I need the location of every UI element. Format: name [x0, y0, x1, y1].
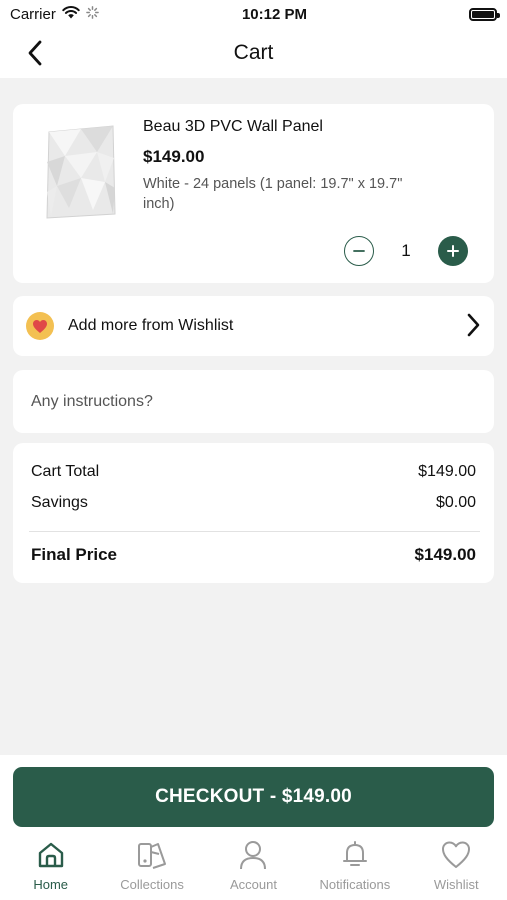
activity-spinner-icon: [86, 5, 99, 23]
status-left: Carrier: [10, 6, 180, 23]
page-title: Cart: [233, 41, 274, 64]
final-price-label: Final Price: [31, 545, 117, 564]
instructions-field[interactable]: [31, 382, 471, 422]
tab-collections[interactable]: Collections: [102, 838, 203, 900]
minus-icon: [353, 250, 365, 252]
battery-icon: [469, 7, 500, 21]
product-price: $149.00: [143, 147, 205, 166]
heart-icon: [439, 838, 473, 872]
cart-total-label: Cart Total: [31, 463, 100, 480]
add-from-wishlist-button[interactable]: Add more from Wishlist: [13, 296, 494, 356]
cart-total-value: $149.00: [418, 463, 476, 480]
decrease-quantity-button[interactable]: [344, 236, 374, 266]
collections-icon: [135, 838, 169, 872]
product-name[interactable]: Beau 3D PVC Wall Panel: [143, 118, 323, 136]
savings-value: $0.00: [435, 494, 476, 511]
cart-total-row: Cart Total $149.00: [31, 463, 476, 481]
tab-home[interactable]: Home: [0, 838, 101, 900]
plus-icon: [447, 245, 459, 257]
carrier-label: Carrier: [10, 5, 56, 23]
chevron-right-icon: [466, 313, 480, 342]
chevron-left-icon: [28, 40, 42, 66]
account-icon: [236, 838, 270, 872]
tab-label: Wishlist: [433, 877, 479, 892]
product-variant: White - 24 panels (1 panel: 19.7" x 19.7…: [143, 176, 403, 212]
summary-divider: [29, 531, 480, 532]
tab-notifications[interactable]: Notifications: [304, 838, 405, 900]
increase-quantity-button[interactable]: [438, 236, 468, 266]
wifi-icon: [62, 5, 80, 23]
wishlist-link-label: Add more from Wishlist: [68, 317, 234, 334]
tab-wishlist[interactable]: Wishlist: [406, 838, 507, 900]
tab-label: Collections: [120, 877, 184, 892]
quantity-value: 1: [401, 241, 411, 260]
tab-bar: Home Collections Account Notifications W…: [0, 838, 507, 900]
tab-label: Home: [33, 877, 69, 892]
instructions-card: [13, 370, 494, 433]
back-button[interactable]: [20, 38, 50, 68]
final-price-value: $149.00: [414, 545, 476, 564]
status-bar: Carrier 10:12 PM: [0, 0, 507, 28]
nav-bar: Cart: [0, 28, 507, 78]
order-summary-card: Cart Total $149.00 Savings $0.00 Final P…: [13, 443, 494, 583]
tab-label: Account: [229, 877, 277, 892]
status-time: 10:12 PM: [241, 5, 308, 23]
savings-label: Savings: [31, 494, 88, 511]
final-price-row: Final Price $149.00: [31, 545, 476, 565]
bell-icon: [338, 838, 372, 872]
wishlist-heart-icon: [26, 312, 54, 340]
tab-label: Notifications: [319, 877, 391, 892]
tab-account[interactable]: Account: [203, 838, 304, 900]
home-icon: [34, 838, 68, 872]
checkout-button[interactable]: CHECKOUT - $149.00: [13, 767, 494, 827]
savings-row: Savings $0.00: [31, 494, 476, 512]
cart-item-card: Beau 3D PVC Wall Panel $149.00 White - 2…: [13, 104, 494, 283]
product-image[interactable]: [43, 122, 123, 222]
quantity-stepper: 1: [344, 236, 468, 266]
